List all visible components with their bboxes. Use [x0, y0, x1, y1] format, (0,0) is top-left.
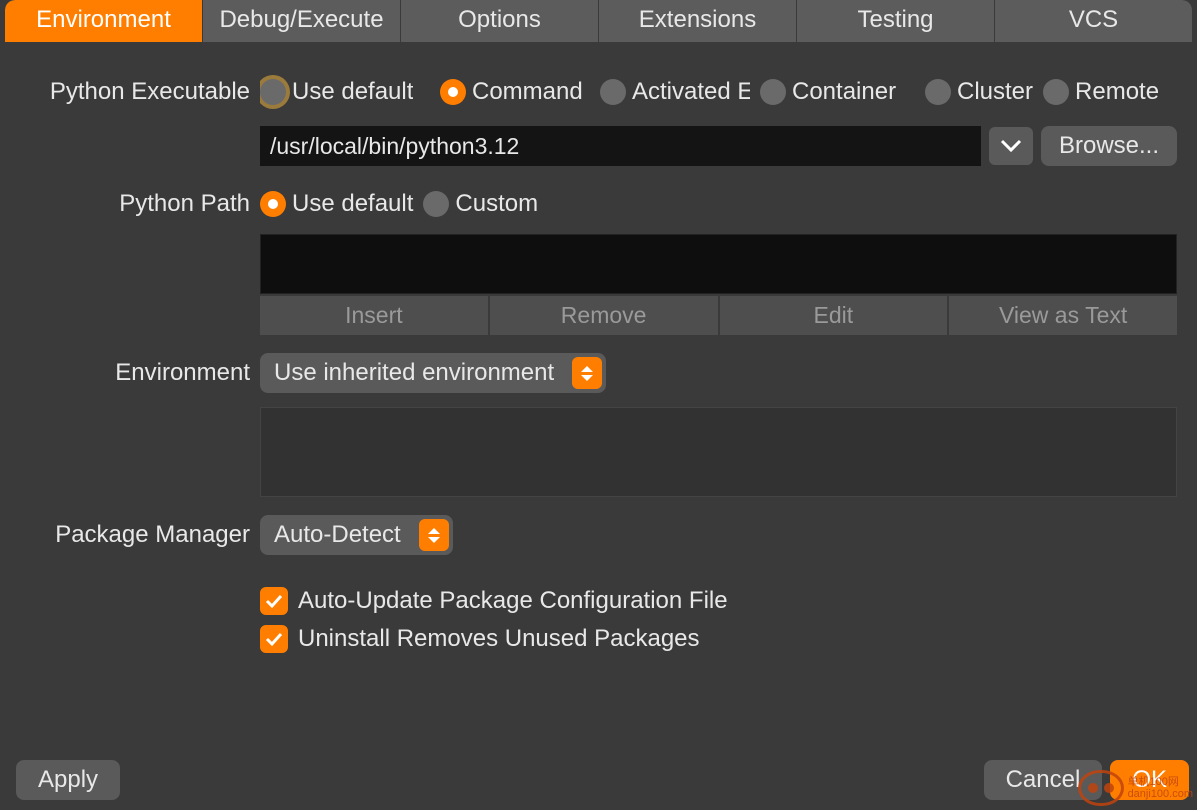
- remove-button[interactable]: Remove: [490, 296, 718, 335]
- radio-label: Custom: [455, 190, 538, 218]
- radio-label: Remote: [1075, 78, 1159, 106]
- radio-dot-icon: [600, 79, 626, 105]
- settings-panel: Python Executable Use default Command Li…: [0, 42, 1197, 691]
- edit-button[interactable]: Edit: [720, 296, 948, 335]
- radio-command-line[interactable]: Command Line: [440, 78, 590, 106]
- tab-vcs[interactable]: VCS: [995, 0, 1192, 42]
- radio-dot-icon: [925, 79, 951, 105]
- dialog-footer: Apply Cancel OK: [0, 760, 1197, 800]
- label-python-executable: Python Executable: [10, 72, 260, 106]
- checkbox-checked-icon: [260, 625, 288, 653]
- browse-button[interactable]: Browse...: [1041, 126, 1177, 166]
- radio-path-custom[interactable]: Custom: [423, 190, 538, 218]
- radio-label: Use default: [292, 78, 413, 106]
- tab-options[interactable]: Options: [401, 0, 599, 42]
- tab-extensions[interactable]: Extensions: [599, 0, 797, 42]
- checkbox-label: Uninstall Removes Unused Packages: [298, 625, 700, 653]
- view-as-text-button[interactable]: View as Text: [949, 296, 1177, 335]
- radio-remote[interactable]: Remote: [1043, 78, 1159, 106]
- label-package-manager: Package Manager: [10, 515, 260, 549]
- radio-label: Use default: [292, 190, 413, 218]
- python-executable-input[interactable]: [260, 126, 981, 166]
- executable-path-row: Browse...: [260, 126, 1177, 166]
- select-stepper-icon: [419, 519, 449, 551]
- python-path-buttons: Insert Remove Edit View as Text: [260, 296, 1177, 335]
- select-stepper-icon: [572, 357, 602, 389]
- checkbox-auto-update[interactable]: Auto-Update Package Configuration File: [260, 587, 1177, 615]
- checkbox-checked-icon: [260, 587, 288, 615]
- radio-dot-icon: [260, 191, 286, 217]
- select-value: Auto-Detect: [274, 521, 401, 549]
- label-python-path: Python Path: [10, 184, 260, 218]
- radio-dot-icon: [260, 79, 286, 105]
- python-path-radios: Use default Custom: [260, 184, 1177, 224]
- radio-dot-icon: [440, 79, 466, 105]
- radio-use-default[interactable]: Use default: [260, 78, 430, 106]
- checkbox-label: Auto-Update Package Configuration File: [298, 587, 728, 615]
- executable-history-dropdown[interactable]: [989, 127, 1033, 165]
- tab-testing[interactable]: Testing: [797, 0, 995, 42]
- watermark-logo-icon: [1078, 770, 1124, 806]
- radio-label: Container: [792, 78, 896, 106]
- python-executable-radios: Use default Command Line Activated Env C…: [260, 72, 1177, 112]
- chevron-down-icon: [1000, 139, 1022, 153]
- python-path-list[interactable]: [260, 234, 1177, 294]
- row-python-executable: Python Executable Use default Command Li…: [10, 72, 1187, 166]
- radio-label: Cluster: [957, 78, 1033, 106]
- radio-dot-icon: [423, 191, 449, 217]
- radio-path-use-default[interactable]: Use default: [260, 190, 413, 218]
- package-manager-select[interactable]: Auto-Detect: [260, 515, 453, 555]
- radio-label: Command Line: [472, 78, 590, 106]
- checkbox-uninstall-removes[interactable]: Uninstall Removes Unused Packages: [260, 625, 1177, 653]
- radio-dot-icon: [760, 79, 786, 105]
- apply-button[interactable]: Apply: [16, 760, 120, 800]
- row-package-manager: Package Manager Auto-Detect Auto-Update …: [10, 515, 1187, 653]
- watermark: 单机100网 danji100.com: [1078, 770, 1193, 806]
- radio-cluster[interactable]: Cluster: [925, 78, 1033, 106]
- radio-container[interactable]: Container: [760, 78, 915, 106]
- label-environment: Environment: [10, 353, 260, 387]
- environment-select[interactable]: Use inherited environment: [260, 353, 606, 393]
- row-python-path: Python Path Use default Custom Insert Re…: [10, 184, 1187, 335]
- radio-dot-icon: [1043, 79, 1069, 105]
- select-value: Use inherited environment: [274, 359, 554, 387]
- radio-label: Activated Env: [632, 78, 750, 106]
- watermark-text: 单机100网 danji100.com: [1128, 776, 1193, 800]
- tab-environment[interactable]: Environment: [5, 0, 203, 42]
- row-environment: Environment Use inherited environment: [10, 353, 1187, 497]
- tab-debug-execute[interactable]: Debug/Execute: [203, 0, 401, 42]
- environment-variables-list[interactable]: [260, 407, 1177, 497]
- tab-bar: Environment Debug/Execute Options Extens…: [5, 0, 1192, 42]
- insert-button[interactable]: Insert: [260, 296, 488, 335]
- radio-activated-env[interactable]: Activated Env: [600, 78, 750, 106]
